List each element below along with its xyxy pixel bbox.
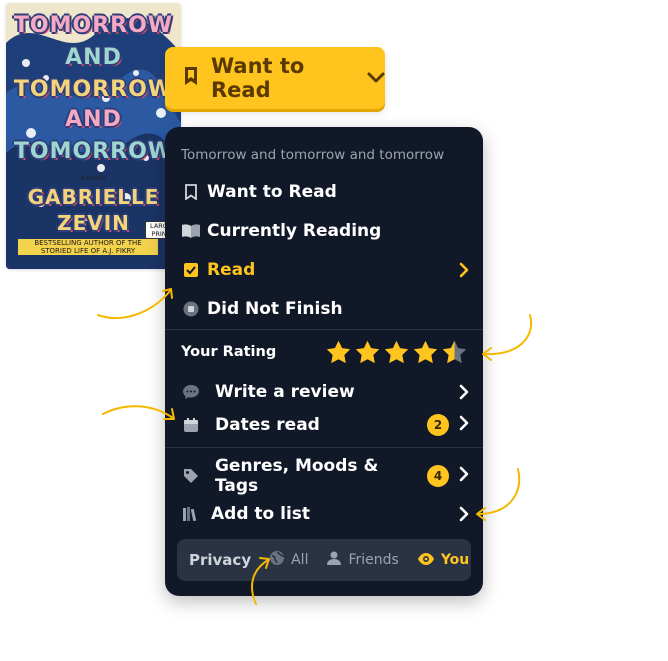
star-icon[interactable]: [325, 339, 352, 366]
privacy-selector: Privacy All Friends You: [177, 539, 471, 581]
pointer-arrow-icon: [251, 557, 270, 605]
want-to-read-label: Want to Read: [211, 54, 305, 102]
pointer-arrow-icon: [97, 288, 173, 319]
calendar-icon: [181, 415, 201, 435]
write-review-label: Write a review: [215, 382, 355, 402]
star-icon[interactable]: [354, 339, 381, 366]
cover-title-line: TOMORROW: [13, 77, 174, 102]
cover-title-line: AND: [65, 45, 122, 70]
books-icon: [181, 504, 201, 524]
genres-moods-tags-row[interactable]: Genres, Moods & Tags 4: [181, 456, 469, 496]
eye-icon: [417, 551, 435, 570]
bookmark-icon: [183, 66, 199, 90]
star-icon[interactable]: [383, 339, 410, 366]
pointer-arrow-icon: [476, 468, 521, 521]
pointer-arrow-icon: [482, 314, 533, 361]
dates-read-row[interactable]: Dates read 2: [181, 411, 469, 439]
pointer-arrow-icon: [102, 405, 175, 420]
cover-novel: A NOVEL: [80, 175, 107, 182]
genres-moods-tags-label: Genres, Moods & Tags: [214, 456, 379, 496]
book-cover: TOMORROW AND TOMORROW AND TOMORROW A NOV…: [6, 3, 181, 269]
chevron-down-icon: [367, 69, 385, 88]
speech-bubble-icon: [181, 382, 201, 402]
add-to-list-row[interactable]: Add to list: [181, 500, 469, 528]
panel-book-title: Tomorrow and tomorrow and tomorrow: [181, 147, 445, 163]
privacy-option-you[interactable]: You: [417, 551, 469, 570]
privacy-option-friends[interactable]: Friends: [326, 550, 399, 570]
privacy-option-label: Friends: [348, 552, 399, 568]
cover-title-line: AND: [65, 107, 122, 132]
tag-icon: [181, 466, 201, 486]
add-to-list-label: Add to list: [211, 504, 311, 524]
dates-read-label: Dates read: [215, 415, 320, 435]
privacy-option-label: You: [440, 552, 470, 568]
open-book-icon: [181, 221, 201, 241]
star-icon[interactable]: [412, 339, 439, 366]
shelf-option-want-to-read[interactable]: Want to Read: [181, 178, 469, 206]
tags-count-badge: 4: [427, 465, 449, 487]
bookmark-icon: [181, 182, 201, 202]
cover-tagline: BESTSELLING AUTHOR OF THE STORIED LIFE O…: [18, 239, 158, 255]
chevron-right-icon: [459, 466, 469, 486]
person-icon: [326, 550, 342, 570]
write-review-row[interactable]: Write a review: [181, 378, 469, 406]
shelf-label: Did Not Finish: [207, 299, 343, 319]
shelf-option-read[interactable]: Read: [181, 256, 469, 284]
privacy-option-label: All: [291, 552, 309, 568]
your-rating-label: Your Rating: [181, 344, 277, 360]
want-to-read-button[interactable]: Want to Read: [165, 47, 385, 109]
shelf-label: Read: [207, 260, 256, 280]
divider: [165, 447, 483, 448]
rating-stars[interactable]: [325, 339, 468, 366]
shelf-dropdown-panel: Tomorrow and tomorrow and tomorrow Want …: [165, 127, 483, 596]
dates-read-count-badge: 2: [427, 414, 449, 436]
chevron-right-icon: [459, 262, 469, 278]
privacy-label: Privacy: [189, 551, 252, 569]
divider: [165, 329, 483, 330]
stop-circle-icon: [181, 299, 201, 319]
half-star-icon[interactable]: [441, 339, 468, 366]
chevron-right-icon: [459, 506, 469, 522]
chevron-right-icon: [459, 415, 469, 435]
read-book-icon: [181, 260, 201, 280]
cover-title-line: TOMORROW: [13, 139, 174, 164]
cover-author-line: GABRIELLE: [27, 185, 160, 209]
shelf-label: Want to Read: [207, 182, 337, 202]
chevron-right-icon: [459, 384, 469, 400]
shelf-option-currently-reading[interactable]: Currently Reading: [181, 217, 469, 245]
shelf-option-did-not-finish[interactable]: Did Not Finish: [181, 295, 469, 323]
shelf-label: Currently Reading: [207, 221, 382, 241]
cover-title-line: TOMORROW: [13, 13, 174, 38]
